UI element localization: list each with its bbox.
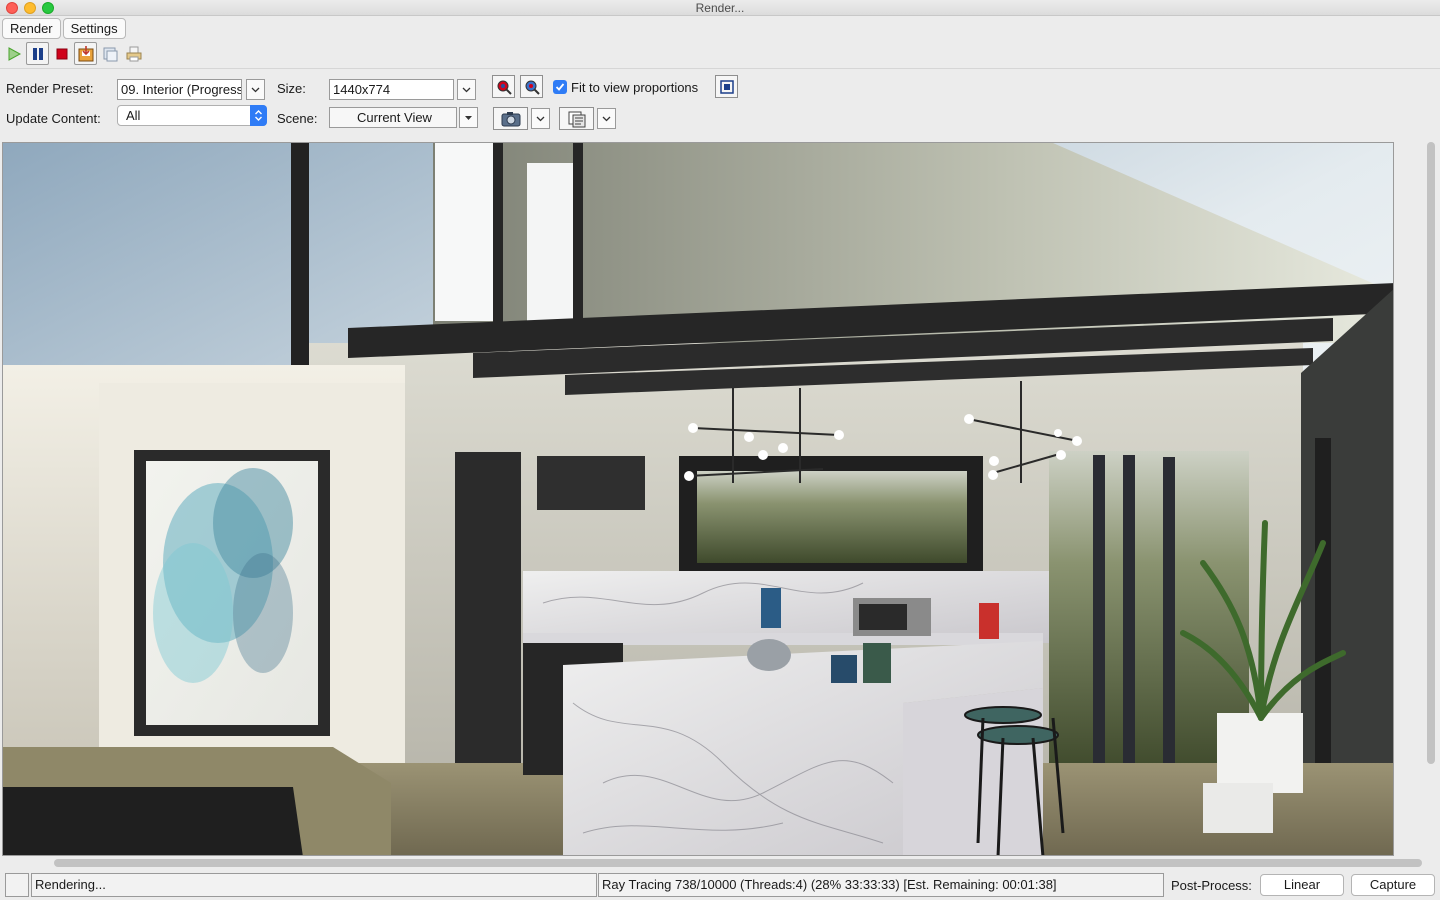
copy-image-icon[interactable] [98, 42, 121, 65]
render-preset-dropdown[interactable] [246, 79, 265, 100]
status-indicator [5, 873, 29, 897]
render-selection-button[interactable] [520, 75, 543, 98]
size-dropdown[interactable] [457, 79, 476, 100]
zoom-fit-icon [719, 79, 734, 94]
fit-to-view-checkbox[interactable] [553, 80, 567, 94]
zoom-fit-button[interactable] [715, 75, 738, 98]
chevron-down-icon [462, 87, 471, 92]
tab-render[interactable]: Render [2, 18, 61, 39]
save-image-icon[interactable] [74, 42, 97, 65]
render-selection-icon [525, 80, 540, 95]
scene-dropdown[interactable] [459, 107, 478, 128]
scene-label: Scene: [277, 111, 318, 126]
render-region-icon [497, 80, 512, 95]
post-process-label: Post-Process: [1171, 878, 1252, 893]
size-label: Size: [277, 81, 306, 96]
post-process-linear-button[interactable]: Linear [1260, 874, 1344, 896]
status-bar: Rendering... Ray Tracing 738/10000 (Thre… [0, 870, 1440, 900]
vertical-scroll-thumb[interactable] [1427, 142, 1435, 764]
window-title: Render... [695, 1, 745, 15]
render-region-button[interactable] [492, 75, 515, 98]
scene-field[interactable]: Current View [329, 107, 457, 128]
size-field[interactable]: 1440x774 [329, 79, 454, 100]
toolbar [2, 42, 145, 65]
chevron-down-icon [536, 116, 545, 121]
vertical-scrollbar[interactable] [1424, 142, 1438, 856]
render-preset-field[interactable]: 09. Interior (Progressive) [117, 79, 242, 100]
render-preset-label: Render Preset: [6, 81, 94, 96]
layers-button[interactable] [559, 107, 594, 130]
tab-settings[interactable]: Settings [62, 18, 126, 39]
update-content-label: Update Content: [6, 111, 101, 126]
render-viewport[interactable] [2, 142, 1394, 856]
status-state: Rendering... [31, 873, 597, 897]
layers-dropdown[interactable] [597, 108, 616, 129]
status-progress: Ray Tracing 738/10000 (Threads:4) (28% 3… [598, 873, 1164, 897]
capture-button[interactable]: Capture [1351, 874, 1435, 896]
pause-icon[interactable] [26, 42, 49, 65]
camera-icon [501, 111, 520, 126]
layers-icon [568, 111, 585, 127]
chevron-down-icon [602, 116, 611, 121]
chevron-down-icon [251, 87, 260, 92]
stop-icon[interactable] [50, 42, 73, 65]
toolbar-divider [0, 68, 1440, 69]
render-preview-image [3, 143, 1393, 855]
play-icon[interactable] [2, 42, 25, 65]
chevron-down-icon [465, 115, 472, 120]
checkmark-icon [555, 83, 565, 91]
print-icon[interactable] [122, 42, 145, 65]
horizontal-scroll-thumb[interactable] [54, 859, 1422, 867]
select-arrows-icon [250, 105, 267, 126]
update-content-select[interactable]: All [117, 105, 267, 126]
update-content-value: All [126, 108, 141, 123]
menu-bar: Render Settings [2, 18, 126, 39]
fit-to-view-label: Fit to view proportions [571, 80, 699, 95]
camera-button[interactable] [493, 107, 528, 130]
horizontal-scrollbar[interactable] [2, 857, 1422, 869]
window-title-bar: Render... [0, 0, 1440, 16]
camera-dropdown[interactable] [531, 108, 550, 129]
